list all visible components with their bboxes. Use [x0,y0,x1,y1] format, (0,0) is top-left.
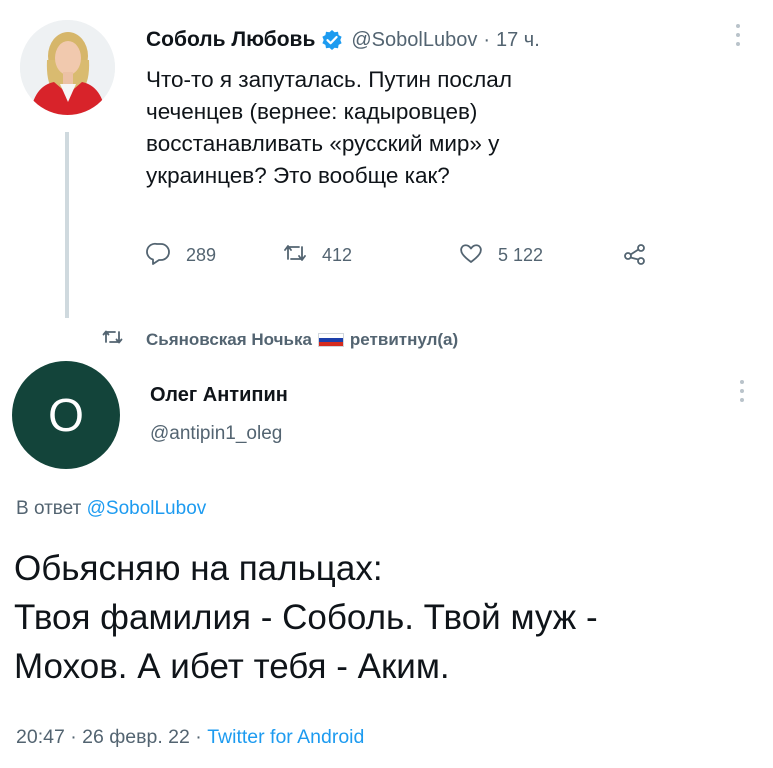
tweet2-text-line: Мохов. А ибет тебя - Аким. [14,647,450,686]
retweeted-label: ретвитнул(а) [349,329,459,349]
tweet2-meta: 20:47 · 26 февр. 22 · Twitter for Androi… [16,726,364,749]
more-icon[interactable] [733,24,743,50]
share-button[interactable] [622,240,648,271]
reply-to-prefix: В ответ [16,498,82,519]
retweeter-name: Сьяновская Ночька [146,329,312,349]
tweet1-text-line: украинцев? Это вообще как? [146,163,450,188]
tweet1-action-bar: 289 412 5 122 [146,240,666,274]
like-count: 5 122 [498,245,544,265]
like-button[interactable]: 5 122 [458,240,543,271]
tweet1-timestamp[interactable]: 17 ч. [496,29,540,52]
reply-button[interactable]: 289 [146,240,216,271]
reply-icon [146,240,172,271]
thread-connector-line [65,132,69,318]
retweet-icon [282,240,308,271]
avatar-sobol-lyubov[interactable] [20,20,115,115]
separator-dot: · [483,28,490,51]
reply-to-line: В ответ @SobolLubov [16,498,206,520]
avatar-oleg-antipin[interactable]: О [12,361,120,469]
reply-count: 289 [186,245,217,265]
tweet2-text-line: Твоя фамилия - Соболь. Твой муж - [14,598,598,637]
tweet2-author-name[interactable]: Олег Антипин [150,384,288,407]
tweet2-text-line: Обьясняю на пальцах: [14,549,383,588]
tweet1-header: Соболь Любовь @SobolLubov · 17 ч. [146,28,540,52]
tweet2-timestamp[interactable]: 20:47 · 26 февр. 22 · [16,726,202,748]
share-icon [622,240,648,271]
retweeted-by-row[interactable]: Сьяновская Ночька ретвитнул(а) [102,328,458,351]
avatar-letter: О [48,389,84,441]
tweet2-text: Обьясняю на пальцах: Твоя фамилия - Собо… [14,544,764,691]
tweet1-author-handle[interactable]: @SobolLubov [351,29,477,52]
tweet1-text-line: Что-то я запуталась. Путин послал [146,67,512,92]
russia-flag-icon [317,333,344,348]
retweet-button[interactable]: 412 [282,240,352,271]
verified-badge-icon [321,29,343,51]
retweet-count: 412 [322,245,353,265]
more-icon[interactable] [737,380,747,406]
tweet2-author-handle[interactable]: @antipin1_oleg [150,423,282,445]
tweet-screenshot: Соболь Любовь @SobolLubov · 17 ч. Что-то… [0,0,773,768]
retweeted-by-text: Сьяновская Ночька ретвитнул(а) [146,330,458,350]
tweet2-source-link[interactable]: Twitter for Android [207,726,364,748]
retweet-small-icon [102,328,124,351]
tweet1-text-line: восстанавливать «русский мир» у [146,131,500,156]
reply-to-mention[interactable]: @SobolLubov [87,498,207,519]
tweet1-text-line: чеченцев (вернее: кадыровцев) [146,99,478,124]
like-icon [458,240,484,271]
tweet1-text: Что-то я запуталась. Путин послал чеченц… [146,64,666,192]
tweet1-author-name[interactable]: Соболь Любовь [146,28,315,52]
